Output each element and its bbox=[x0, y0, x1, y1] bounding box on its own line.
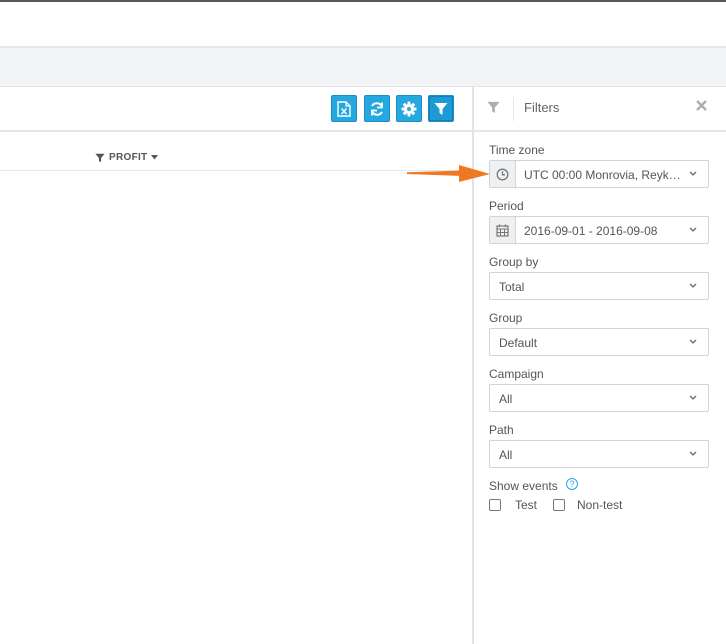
chevron-down-icon bbox=[689, 395, 697, 400]
chevron-down-icon bbox=[689, 339, 697, 344]
report-area: PROFIT bbox=[0, 87, 472, 644]
period-select[interactable]: 2016-09-01 - 2016-09-08 bbox=[489, 216, 709, 244]
test-checkbox-label: Test bbox=[515, 498, 538, 512]
refresh-button[interactable] bbox=[364, 95, 390, 122]
test-checkbox[interactable] bbox=[489, 499, 501, 511]
help-icon[interactable]: ? bbox=[566, 478, 578, 490]
path-value: All bbox=[499, 448, 513, 462]
column-header-profit[interactable]: PROFIT bbox=[95, 152, 159, 163]
settings-button[interactable] bbox=[396, 95, 422, 122]
group-select[interactable]: Default bbox=[489, 328, 709, 356]
show-events-label: Show events bbox=[489, 479, 558, 493]
filter-icon bbox=[434, 102, 448, 115]
column-label: PROFIT bbox=[109, 152, 148, 163]
refresh-icon bbox=[371, 101, 383, 116]
show-events-options: Test Non-test bbox=[489, 498, 622, 512]
campaign-value: All bbox=[499, 392, 513, 406]
path-label: Path bbox=[489, 423, 514, 437]
chevron-down-icon bbox=[689, 283, 697, 288]
time-zone-value: UTC 00:00 Monrovia, Reykjavik bbox=[524, 168, 682, 182]
period-value: 2016-09-01 - 2016-09-08 bbox=[524, 224, 658, 238]
filter-toggle-button[interactable] bbox=[428, 95, 454, 122]
time-zone-select[interactable]: UTC 00:00 Monrovia, Reykjavik bbox=[489, 160, 709, 188]
calendar-icon bbox=[496, 224, 509, 237]
report-toolbar bbox=[0, 87, 472, 132]
filters-panel: Filters Time zone UTC 00:00 Monrovia, Re… bbox=[474, 87, 726, 644]
chevron-down-icon bbox=[689, 171, 697, 176]
export-excel-button[interactable] bbox=[331, 95, 357, 122]
filter-icon bbox=[487, 101, 500, 114]
filters-title: Filters bbox=[524, 100, 560, 115]
caret-down-icon bbox=[151, 155, 159, 160]
chevron-down-icon bbox=[689, 227, 697, 232]
group-value: Default bbox=[499, 336, 538, 350]
sub-header-bar bbox=[0, 48, 726, 87]
annotation-arrow-icon bbox=[405, 165, 490, 182]
period-addon bbox=[490, 217, 516, 243]
group-by-label: Group by bbox=[489, 255, 539, 269]
period-label: Period bbox=[489, 199, 524, 213]
chevron-down-icon bbox=[689, 451, 697, 456]
non-test-checkbox[interactable] bbox=[553, 499, 566, 511]
time-zone-addon bbox=[490, 161, 516, 187]
app-header bbox=[0, 2, 726, 46]
non-test-checkbox-label: Non-test bbox=[577, 498, 623, 512]
clock-icon bbox=[496, 168, 509, 180]
group-label: Group bbox=[489, 311, 523, 325]
time-zone-label: Time zone bbox=[489, 143, 545, 157]
group-by-value: Total bbox=[499, 280, 525, 294]
campaign-select[interactable]: All bbox=[489, 384, 709, 412]
campaign-label: Campaign bbox=[489, 367, 544, 381]
filters-panel-header: Filters bbox=[474, 87, 726, 132]
close-icon[interactable] bbox=[696, 100, 707, 111]
excel-icon bbox=[337, 100, 351, 117]
path-select[interactable]: All bbox=[489, 440, 709, 468]
filter-icon bbox=[95, 153, 105, 162]
group-by-select[interactable]: Total bbox=[489, 272, 709, 300]
header-separator bbox=[513, 97, 514, 121]
table-header: PROFIT bbox=[0, 132, 472, 171]
gear-icon bbox=[401, 101, 417, 116]
